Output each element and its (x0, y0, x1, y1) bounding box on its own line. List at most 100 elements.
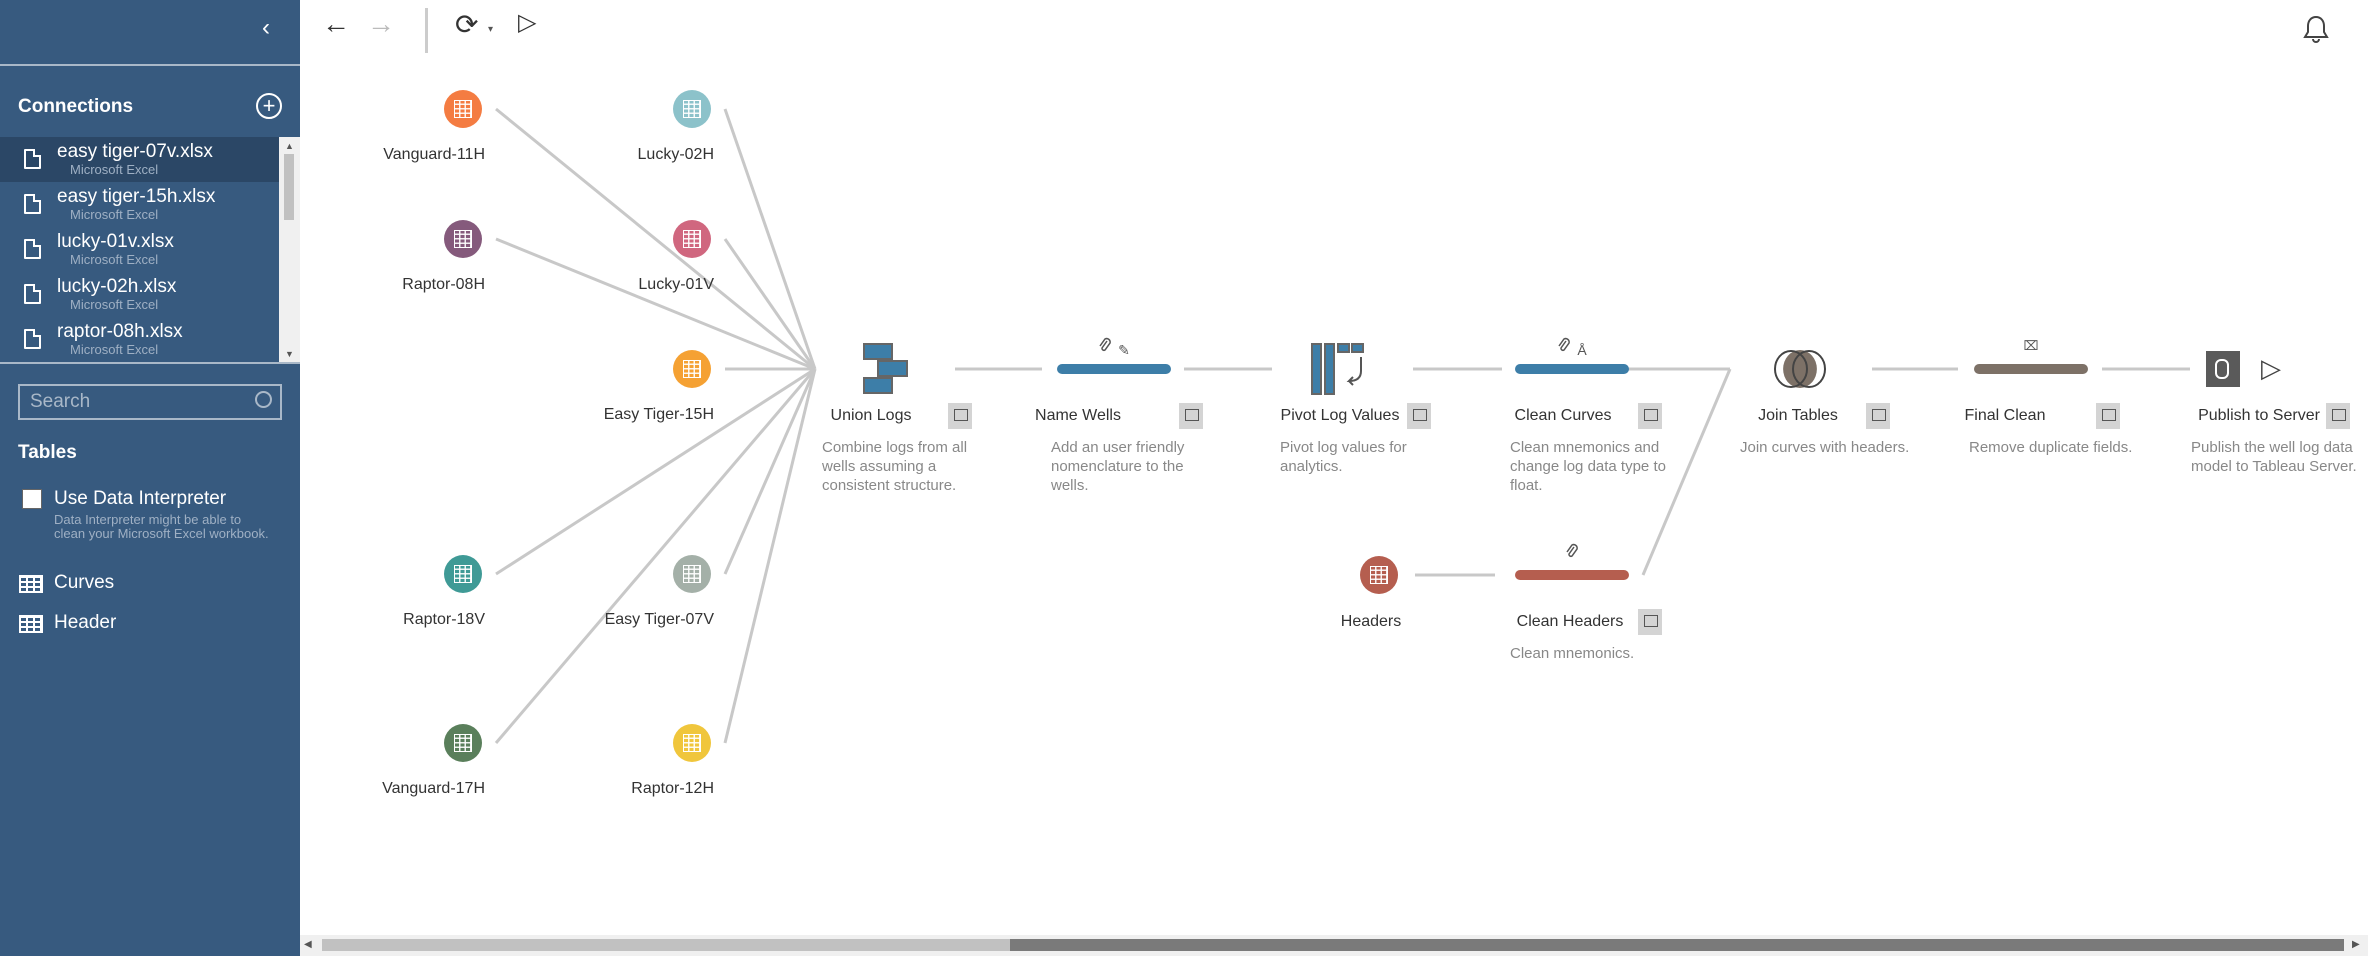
file-icon (24, 194, 41, 214)
node-label: Vanguard-11H (383, 146, 485, 163)
comment-icon[interactable] (948, 403, 972, 429)
connector-line (495, 237, 816, 371)
node-label: Easy Tiger-07V (604, 611, 714, 628)
connection-item[interactable]: raptor-08h.xlsx Microsoft Excel (0, 317, 279, 362)
table-icon[interactable] (444, 90, 482, 128)
connector-line (723, 108, 817, 370)
connections-list: raptor-08h.xlsx Microsoft Excel lucky-02… (0, 137, 300, 364)
scroll-right-icon[interactable]: ▶ (2352, 939, 2360, 950)
connection-name: lucky-01v.xlsx (57, 231, 174, 252)
comment-icon[interactable] (2326, 403, 2350, 429)
step-label: Final Clean (1964, 407, 2046, 424)
step-label: Pivot Log Values (1280, 407, 1400, 424)
table-icon[interactable] (444, 724, 482, 762)
connection-type: Microsoft Excel (70, 297, 159, 312)
connections-title: Connections (18, 96, 134, 117)
step-description: Add an user friendly nomenclature to the… (1051, 439, 1185, 494)
step-label: Clean Curves (1514, 407, 1612, 424)
pivot-icon[interactable] (1311, 343, 1367, 395)
edit-icon: ✎ (1118, 342, 1130, 358)
node-label: Lucky-01V (638, 276, 714, 293)
divider (0, 64, 300, 66)
search-input[interactable]: Search (18, 384, 282, 420)
step-description: Combine logs from all wells assuming a c… (822, 439, 968, 494)
connection-item[interactable]: lucky-01v.xlsx Microsoft Excel (0, 227, 279, 272)
step-label: Union Logs (830, 407, 912, 424)
table-icon[interactable] (673, 350, 711, 388)
scrollbar-track (322, 939, 1010, 951)
table-icon[interactable] (673, 220, 711, 258)
clean-step-bar[interactable] (1515, 364, 1629, 374)
node-label: Vanguard-17H (382, 780, 485, 797)
step-label: Join Tables (1758, 407, 1838, 424)
connections-scrollbar[interactable]: ▲ ▼ (279, 137, 300, 362)
connection-type: Microsoft Excel (70, 207, 159, 222)
step-label: Clean Headers (1516, 613, 1624, 630)
connection-type: Microsoft Excel (70, 342, 159, 357)
table-icon[interactable] (673, 555, 711, 593)
connection-item[interactable]: lucky-02h.xlsx Microsoft Excel (0, 272, 279, 317)
table-label: Curves (54, 572, 115, 593)
output-icon[interactable] (2206, 351, 2240, 387)
table-icon[interactable] (444, 555, 482, 593)
table-label: Header (54, 612, 117, 633)
run-output-icon[interactable]: ▷ (2261, 353, 2281, 384)
connection-item[interactable]: easy tiger-07v.xlsx Microsoft Excel (0, 137, 279, 182)
horizontal-scrollbar[interactable]: ◀ ▶ (300, 935, 2368, 956)
step-description: Join curves with headers. (1740, 439, 1910, 456)
connection-name: easy tiger-07v.xlsx (57, 141, 213, 162)
clean-step-bar[interactable] (1057, 364, 1171, 374)
paperclip-icon (1566, 543, 1578, 558)
node-label: Lucky-02H (637, 146, 714, 163)
data-interpreter-label: Use Data Interpreter (54, 488, 227, 509)
file-icon (24, 149, 41, 169)
rename-icon: Å (1577, 342, 1587, 358)
comment-icon[interactable] (1179, 403, 1203, 429)
node-label: Raptor-08H (402, 276, 485, 293)
connector-line (495, 367, 816, 576)
search-icon[interactable] (255, 391, 272, 408)
connection-type: Microsoft Excel (70, 252, 159, 267)
search-placeholder: Search (30, 391, 91, 412)
collapse-sidebar-icon[interactable]: ‹ (262, 14, 270, 42)
connector-line (723, 368, 817, 744)
connection-name: easy tiger-15h.xlsx (57, 186, 216, 207)
clean-step-bar[interactable] (1974, 364, 2088, 374)
comment-icon[interactable] (1866, 403, 1890, 429)
step-label: Headers (1340, 613, 1402, 630)
data-interpreter-hint: clean your Microsoft Excel workbook. (54, 526, 269, 541)
comment-icon[interactable] (1638, 609, 1662, 635)
paperclip-icon (1099, 337, 1111, 352)
file-icon (24, 239, 41, 259)
node-label: Easy Tiger-15H (603, 406, 714, 423)
connection-type: Microsoft Excel (70, 162, 159, 177)
scrollbar-thumb[interactable] (284, 154, 294, 220)
comment-icon[interactable] (1638, 403, 1662, 429)
data-interpreter-checkbox[interactable] (22, 489, 42, 509)
add-connection-icon[interactable]: + (256, 93, 282, 119)
step-description: Pivot log values for analytics. (1280, 439, 1407, 475)
scroll-left-icon[interactable]: ◀ (304, 939, 312, 950)
file-icon (24, 329, 41, 349)
table-icon[interactable] (673, 724, 711, 762)
file-icon (24, 284, 41, 304)
remove-field-icon: ⌧ (2023, 338, 2039, 353)
table-icon[interactable] (673, 90, 711, 128)
tables-title: Tables (18, 442, 77, 463)
join-icon[interactable] (1774, 341, 1826, 397)
flow-canvas[interactable]: ← → ⟳ ▾ ▷ Vanguard-11H Lucky-02H Raptor-… (300, 0, 2368, 956)
table-icon (19, 575, 43, 593)
connection-item[interactable]: easy tiger-15h.xlsx Microsoft Excel (0, 182, 279, 227)
connection-name: raptor-08h.xlsx (57, 321, 183, 342)
scrollbar-thumb[interactable] (1010, 939, 2344, 951)
clean-step-bar[interactable] (1515, 570, 1629, 580)
union-icon[interactable] (863, 343, 909, 395)
sidebar: ‹ Connections + raptor-08h.xlsx Microsof… (0, 0, 300, 956)
connection-name: lucky-02h.xlsx (57, 276, 177, 297)
data-interpreter-hint: Data Interpreter might be able to (54, 512, 242, 527)
comment-icon[interactable] (2096, 403, 2120, 429)
comment-icon[interactable] (1407, 403, 1431, 429)
step-description: Clean mnemonics and change log data type… (1510, 439, 1666, 494)
table-icon[interactable] (444, 220, 482, 258)
table-icon[interactable] (1360, 556, 1398, 594)
